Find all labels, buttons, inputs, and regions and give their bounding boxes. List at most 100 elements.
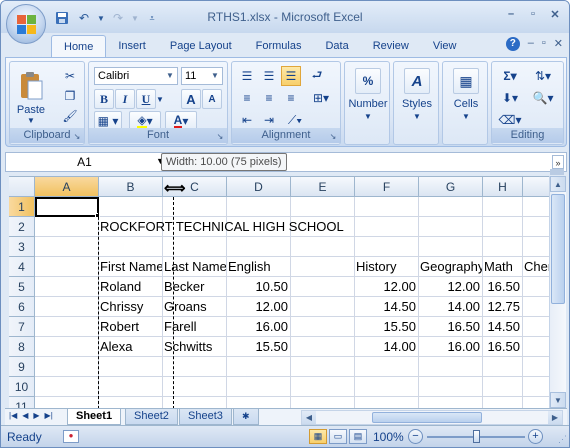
format-painter-icon[interactable]: 🖌 bbox=[60, 106, 80, 126]
column-header-g[interactable]: G bbox=[419, 177, 483, 197]
column-header-d[interactable]: D bbox=[227, 177, 291, 197]
row-header-9[interactable]: 9 bbox=[9, 357, 35, 377]
row-header-4[interactable]: 4 bbox=[9, 257, 35, 277]
dialog-launcher-icon[interactable]: ↘ bbox=[72, 132, 82, 142]
zoom-slider-thumb[interactable] bbox=[472, 430, 480, 443]
column-header-h[interactable]: H bbox=[483, 177, 523, 197]
cell-f7[interactable]: 15.50 bbox=[354, 317, 418, 337]
cell-g6[interactable]: 14.00 bbox=[418, 297, 482, 317]
cell-h7[interactable]: 14.50 bbox=[482, 317, 522, 337]
autosum-icon[interactable]: Σ▾ bbox=[496, 66, 524, 86]
cell-h4[interactable]: Math bbox=[482, 257, 522, 277]
cell-b4[interactable]: First Name bbox=[98, 257, 162, 277]
name-box[interactable]: A1 bbox=[6, 153, 164, 171]
prev-sheet-icon[interactable]: ◀ bbox=[22, 411, 28, 420]
cut-icon[interactable]: ✂ bbox=[60, 66, 80, 86]
sheet-tab-sheet3[interactable]: Sheet3 bbox=[179, 409, 232, 425]
underline-button[interactable]: U bbox=[136, 89, 156, 109]
font-name-combo[interactable]: Calibri ▼ bbox=[94, 67, 178, 85]
bold-button[interactable]: B bbox=[94, 89, 114, 109]
cell-h6[interactable]: 12.75 bbox=[482, 297, 522, 317]
horizontal-scroll-thumb[interactable] bbox=[372, 412, 482, 423]
row-header-2[interactable]: 2 bbox=[9, 217, 35, 237]
cell-c8[interactable]: Schwitts bbox=[162, 337, 226, 357]
underline-dropdown-icon[interactable]: ▼ bbox=[155, 89, 165, 109]
align-top-icon[interactable]: ☰ bbox=[237, 66, 257, 86]
fill-icon[interactable]: ⬇▾ bbox=[496, 88, 524, 108]
row-header-11[interactable]: 11 bbox=[9, 397, 35, 408]
scroll-left-icon[interactable]: ◀ bbox=[302, 411, 316, 424]
row-header-7[interactable]: 7 bbox=[9, 317, 35, 337]
row-header-8[interactable]: 8 bbox=[9, 337, 35, 357]
cell-d4[interactable]: English bbox=[226, 257, 290, 277]
italic-button[interactable]: I bbox=[115, 89, 135, 109]
insert-sheet-icon[interactable]: ✱ bbox=[233, 409, 259, 425]
cell-f6[interactable]: 14.50 bbox=[354, 297, 418, 317]
cell-b2[interactable]: ROCKFORT TECHNICAL HIGH SCHOOL bbox=[98, 217, 398, 237]
row-header-10[interactable]: 10 bbox=[9, 377, 35, 397]
chevron-down-icon[interactable]: ▼ bbox=[209, 69, 221, 83]
cell-c4[interactable]: Last Name bbox=[162, 257, 226, 277]
horizontal-scrollbar[interactable]: ◀ ▶ bbox=[301, 410, 563, 425]
cell-i4[interactable]: Chemistry bbox=[522, 257, 549, 277]
column-header-a[interactable]: A bbox=[35, 177, 99, 197]
shrink-font-button[interactable]: A bbox=[202, 89, 222, 109]
macro-record-icon[interactable]: ● bbox=[63, 430, 79, 443]
align-middle-icon[interactable]: ☰ bbox=[259, 66, 279, 86]
minimize-icon[interactable]: – bbox=[501, 5, 521, 23]
tab-page-layout[interactable]: Page Layout bbox=[158, 35, 244, 57]
dialog-launcher-icon[interactable]: ↘ bbox=[328, 132, 338, 142]
select-all-button[interactable] bbox=[9, 177, 35, 197]
number-format-icon[interactable]: % bbox=[355, 68, 381, 94]
resize-grip-icon[interactable]: ⋰ bbox=[558, 434, 567, 445]
cell-d7[interactable]: 16.00 bbox=[226, 317, 290, 337]
sort-filter-icon[interactable]: ⇅▾ bbox=[528, 66, 558, 86]
active-cell-a1[interactable] bbox=[35, 197, 99, 217]
tab-formulas[interactable]: Formulas bbox=[244, 35, 314, 57]
grow-font-button[interactable]: A bbox=[181, 89, 201, 109]
number-button[interactable]: Number bbox=[345, 98, 391, 110]
decrease-indent-icon[interactable]: ⇤ bbox=[237, 110, 257, 130]
cell-f5[interactable]: 12.00 bbox=[354, 277, 418, 297]
close-icon[interactable]: ✕ bbox=[554, 37, 563, 51]
zoom-in-icon[interactable]: + bbox=[528, 429, 543, 444]
tab-data[interactable]: Data bbox=[313, 35, 360, 57]
vertical-scrollbar[interactable]: ▲ ▼ bbox=[549, 176, 566, 408]
row-header-5[interactable]: 5 bbox=[9, 277, 35, 297]
column-header-f[interactable]: F bbox=[355, 177, 419, 197]
expand-formula-bar-button[interactable]: » bbox=[552, 155, 564, 169]
orientation-icon[interactable]: ⟋▾ bbox=[281, 110, 309, 130]
sheet-tab-sheet1[interactable]: Sheet1 bbox=[67, 409, 122, 425]
cell-c6[interactable]: Groans bbox=[162, 297, 226, 317]
clear-icon[interactable]: ⌫▾ bbox=[496, 110, 524, 130]
styles-icon[interactable]: A bbox=[404, 68, 430, 94]
restore-icon[interactable]: ▫ bbox=[523, 5, 543, 23]
last-sheet-icon[interactable]: ▶| bbox=[45, 411, 53, 420]
styles-button[interactable]: Styles bbox=[394, 98, 440, 110]
column-header-b[interactable]: B bbox=[99, 177, 163, 197]
normal-view-icon[interactable]: ▦ bbox=[309, 429, 327, 444]
office-button[interactable] bbox=[6, 4, 46, 44]
cell-b6[interactable]: Chrissy bbox=[98, 297, 162, 317]
next-sheet-icon[interactable]: ▶ bbox=[33, 411, 39, 420]
tab-view[interactable]: View bbox=[421, 35, 469, 57]
tab-insert[interactable]: Insert bbox=[106, 35, 158, 57]
scroll-down-icon[interactable]: ▼ bbox=[550, 392, 566, 408]
close-icon[interactable]: ✕ bbox=[545, 5, 565, 23]
tab-review[interactable]: Review bbox=[361, 35, 421, 57]
zoom-level[interactable]: 100% bbox=[373, 430, 404, 444]
cell-b8[interactable]: Alexa bbox=[98, 337, 162, 357]
cell-h8[interactable]: 16.50 bbox=[482, 337, 522, 357]
cell-b7[interactable]: Robert bbox=[98, 317, 162, 337]
paste-dropdown-icon[interactable]: ▼ bbox=[14, 116, 48, 125]
cell-g8[interactable]: 16.00 bbox=[418, 337, 482, 357]
copy-icon[interactable]: ❐ bbox=[60, 86, 80, 106]
cell-c5[interactable]: Becker bbox=[162, 277, 226, 297]
scroll-right-icon[interactable]: ▶ bbox=[548, 411, 562, 424]
font-size-combo[interactable]: 11 ▼ bbox=[181, 67, 223, 85]
row-header-1[interactable]: 1 bbox=[9, 197, 35, 217]
worksheet-grid[interactable]: A B C D E F G H 1 2 3 4 5 6 7 8 9 10 11 bbox=[9, 176, 549, 408]
cell-g7[interactable]: 16.50 bbox=[418, 317, 482, 337]
find-select-icon[interactable]: 🔍▾ bbox=[528, 88, 558, 108]
dialog-launcher-icon[interactable]: ↘ bbox=[215, 132, 225, 142]
